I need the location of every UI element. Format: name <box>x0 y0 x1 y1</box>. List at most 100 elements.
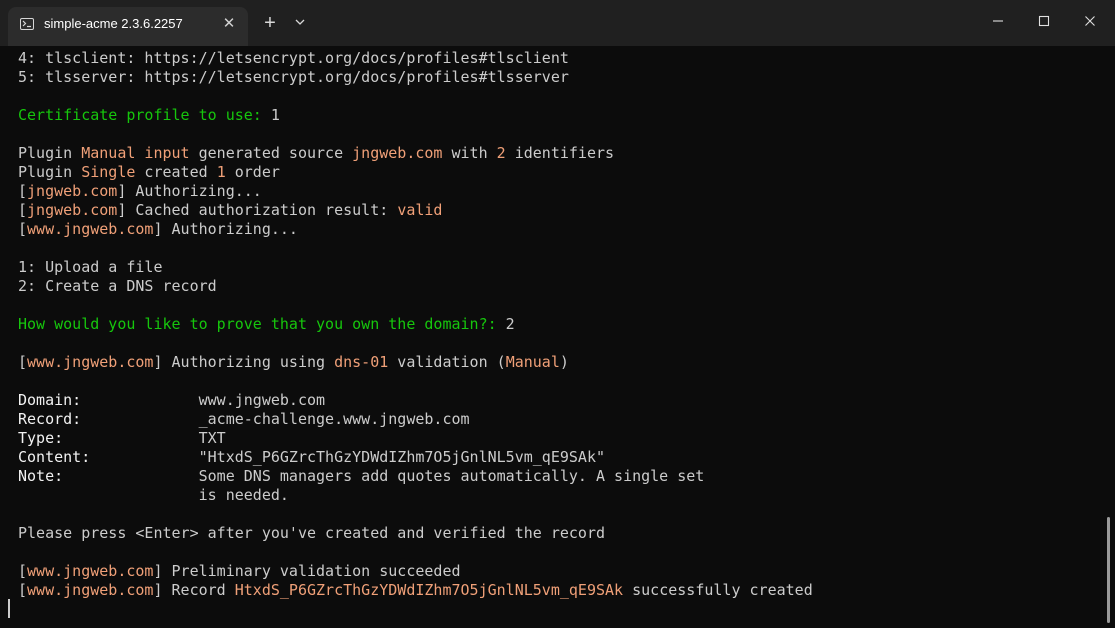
terminal-line: Note: Some DNS managers add quotes autom… <box>18 467 813 486</box>
terminal-text: [ <box>18 562 28 580</box>
terminal-text: Plugin <box>18 163 82 181</box>
minimize-icon[interactable] <box>975 0 1021 42</box>
terminal-text: ] Authorizing using <box>153 353 335 371</box>
terminal-text: www.jngweb.com <box>27 220 154 238</box>
terminal-line: Please press <Enter> after you've create… <box>18 524 813 543</box>
terminal-text: HtxdS_P6GZrcThGzYDWdIZhm7O5jGnlNL5vm_qE9… <box>234 581 624 599</box>
text-cursor <box>8 599 10 618</box>
terminal-text: order <box>225 163 280 181</box>
terminal-text: Single <box>81 163 136 181</box>
terminal-icon <box>20 18 34 30</box>
terminal-line: 4: tlsclient: https://letsencrypt.org/do… <box>18 49 813 68</box>
terminal-text: identifiers <box>505 144 615 162</box>
chevron-down-icon[interactable] <box>290 13 310 33</box>
terminal-text: Manual input <box>81 144 190 162</box>
terminal-text: ] Cached authorization result: <box>117 201 398 219</box>
terminal-text: with <box>442 144 497 162</box>
terminal-text: Record: <box>18 410 82 428</box>
terminal-line: Domain: www.jngweb.com <box>18 391 813 410</box>
terminal-lines: 4: tlsclient: https://letsencrypt.org/do… <box>18 49 813 600</box>
title-bar: simple-acme 2.3.6.2257 ✕ + <box>0 0 1115 46</box>
terminal-text: valid <box>397 201 443 219</box>
terminal-text: 1 <box>216 163 226 181</box>
terminal-text: [ <box>18 182 28 200</box>
terminal-line: Content: "HtxdS_P6GZrcThGzYDWdIZhm7O5jGn… <box>18 448 813 467</box>
terminal-line: 5: tlsserver: https://letsencrypt.org/do… <box>18 68 813 87</box>
terminal-line: Certificate profile to use: 1 <box>18 106 813 125</box>
terminal-text: ] Record <box>153 581 235 599</box>
terminal-text: ] Preliminary validation succeeded <box>153 562 461 580</box>
terminal-text: Type: <box>18 429 64 447</box>
terminal-text: created <box>135 163 217 181</box>
terminal-line: is needed. <box>18 486 813 505</box>
terminal-text: validation ( <box>388 353 506 371</box>
terminal-text: ) <box>559 353 569 371</box>
terminal-text: 1 <box>270 106 280 124</box>
close-window-icon[interactable] <box>1067 0 1113 42</box>
terminal-text: How would you like to prove that you own… <box>18 315 506 333</box>
terminal-text: 1: Upload a file <box>18 258 163 276</box>
terminal-text: www.jngweb.com <box>27 353 154 371</box>
tab-simple-acme[interactable]: simple-acme 2.3.6.2257 ✕ <box>8 7 248 46</box>
terminal-text: Certificate profile to use: <box>18 106 271 124</box>
terminal-line: Type: TXT <box>18 429 813 448</box>
terminal-text: successfully created <box>623 581 813 599</box>
terminal-text: www.jngweb.com <box>27 562 154 580</box>
terminal-line: Record: _acme-challenge.www.jngweb.com <box>18 410 813 429</box>
terminal-line: Plugin Single created 1 order <box>18 163 813 182</box>
terminal-line: 1: Upload a file <box>18 258 813 277</box>
terminal-line: [www.jngweb.com] Authorizing using dns-0… <box>18 353 813 372</box>
terminal-text: is needed. <box>18 486 289 504</box>
terminal-text: TXT <box>63 429 226 447</box>
terminal-line: [www.jngweb.com] Authorizing... <box>18 220 813 239</box>
terminal-text: Domain: <box>18 391 82 409</box>
terminal-text: Please press <Enter> after you've create… <box>18 524 605 542</box>
terminal-line: [www.jngweb.com] Preliminary validation … <box>18 562 813 581</box>
terminal-line: [jngweb.com] Authorizing... <box>18 182 813 201</box>
terminal-text: Note: <box>18 467 64 485</box>
terminal-text: _acme-challenge.www.jngweb.com <box>81 410 470 428</box>
terminal-text: Some DNS managers add quotes automatical… <box>63 467 705 485</box>
terminal-text: 2 <box>496 144 506 162</box>
terminal-output[interactable]: 4: tlsclient: https://letsencrypt.org/do… <box>0 46 1115 628</box>
tab-title: simple-acme 2.3.6.2257 <box>44 16 183 31</box>
terminal-text: "HtxdS_P6GZrcThGzYDWdIZhm7O5jGnlNL5vm_qE… <box>90 448 606 466</box>
terminal-text: 2 <box>505 315 515 333</box>
terminal-text: Manual <box>505 353 560 371</box>
terminal-text: 2: Create a DNS record <box>18 277 217 295</box>
terminal-text: jngweb.com <box>352 144 443 162</box>
terminal-text: 5: tlsserver: https://letsencrypt.org/do… <box>18 68 569 86</box>
terminal-text: Plugin <box>18 144 82 162</box>
terminal-text: www.jngweb.com <box>81 391 326 409</box>
terminal-line: 2: Create a DNS record <box>18 277 813 296</box>
terminal-text: 4: tlsclient: https://letsencrypt.org/do… <box>18 49 569 67</box>
terminal-text: dns-01 <box>334 353 389 371</box>
terminal-line: [www.jngweb.com] Record HtxdS_P6GZrcThGz… <box>18 581 813 600</box>
terminal-text: ] Authorizing... <box>153 220 298 238</box>
terminal-text: generated source <box>189 144 353 162</box>
terminal-text: jngweb.com <box>27 201 118 219</box>
terminal-text: Content: <box>18 448 91 466</box>
maximize-icon[interactable] <box>1021 0 1067 42</box>
terminal-window: simple-acme 2.3.6.2257 ✕ + 4: tlsclient:… <box>0 0 1115 628</box>
terminal-text: [ <box>18 201 28 219</box>
terminal-text: ] Authorizing... <box>117 182 262 200</box>
terminal-line: [jngweb.com] Cached authorization result… <box>18 201 813 220</box>
terminal-line: How would you like to prove that you own… <box>18 315 813 334</box>
terminal-text: [ <box>18 581 28 599</box>
terminal-text: [ <box>18 220 28 238</box>
scrollbar[interactable] <box>1107 517 1110 623</box>
close-icon[interactable]: ✕ <box>218 13 240 35</box>
terminal-line: Plugin Manual input generated source jng… <box>18 144 813 163</box>
terminal-text: jngweb.com <box>27 182 118 200</box>
plus-icon[interactable]: + <box>258 11 282 35</box>
terminal-text: www.jngweb.com <box>27 581 154 599</box>
terminal-text: [ <box>18 353 28 371</box>
